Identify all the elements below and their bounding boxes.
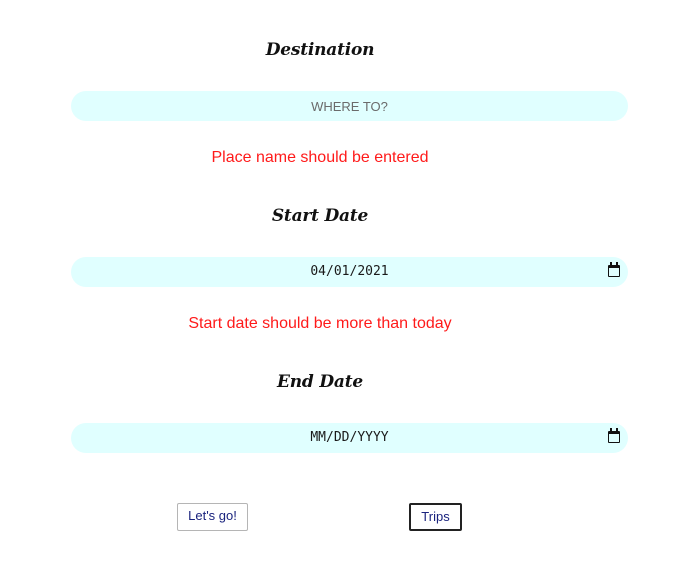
start-date-error: Start date should be more than today: [188, 315, 452, 332]
end-date-input[interactable]: MM/DD/YYYY: [71, 423, 628, 453]
start-date-input[interactable]: 04/01/2021: [71, 257, 628, 287]
lets-go-button[interactable]: Let's go!: [177, 503, 248, 531]
start-date-label: Start Date: [271, 206, 369, 226]
end-date-placeholder: MM/DD/YYYY: [310, 430, 389, 445]
destination-error: Place name should be entered: [211, 149, 429, 166]
start-date-value: 04/01/2021: [310, 264, 389, 279]
destination-field-wrapper: [71, 91, 628, 121]
calendar-icon[interactable]: [608, 262, 620, 277]
trips-button[interactable]: Trips: [409, 503, 462, 531]
end-date-label: End Date: [277, 372, 363, 392]
destination-label: Destination: [265, 40, 375, 60]
calendar-icon[interactable]: [608, 428, 620, 443]
destination-input[interactable]: [71, 91, 628, 121]
